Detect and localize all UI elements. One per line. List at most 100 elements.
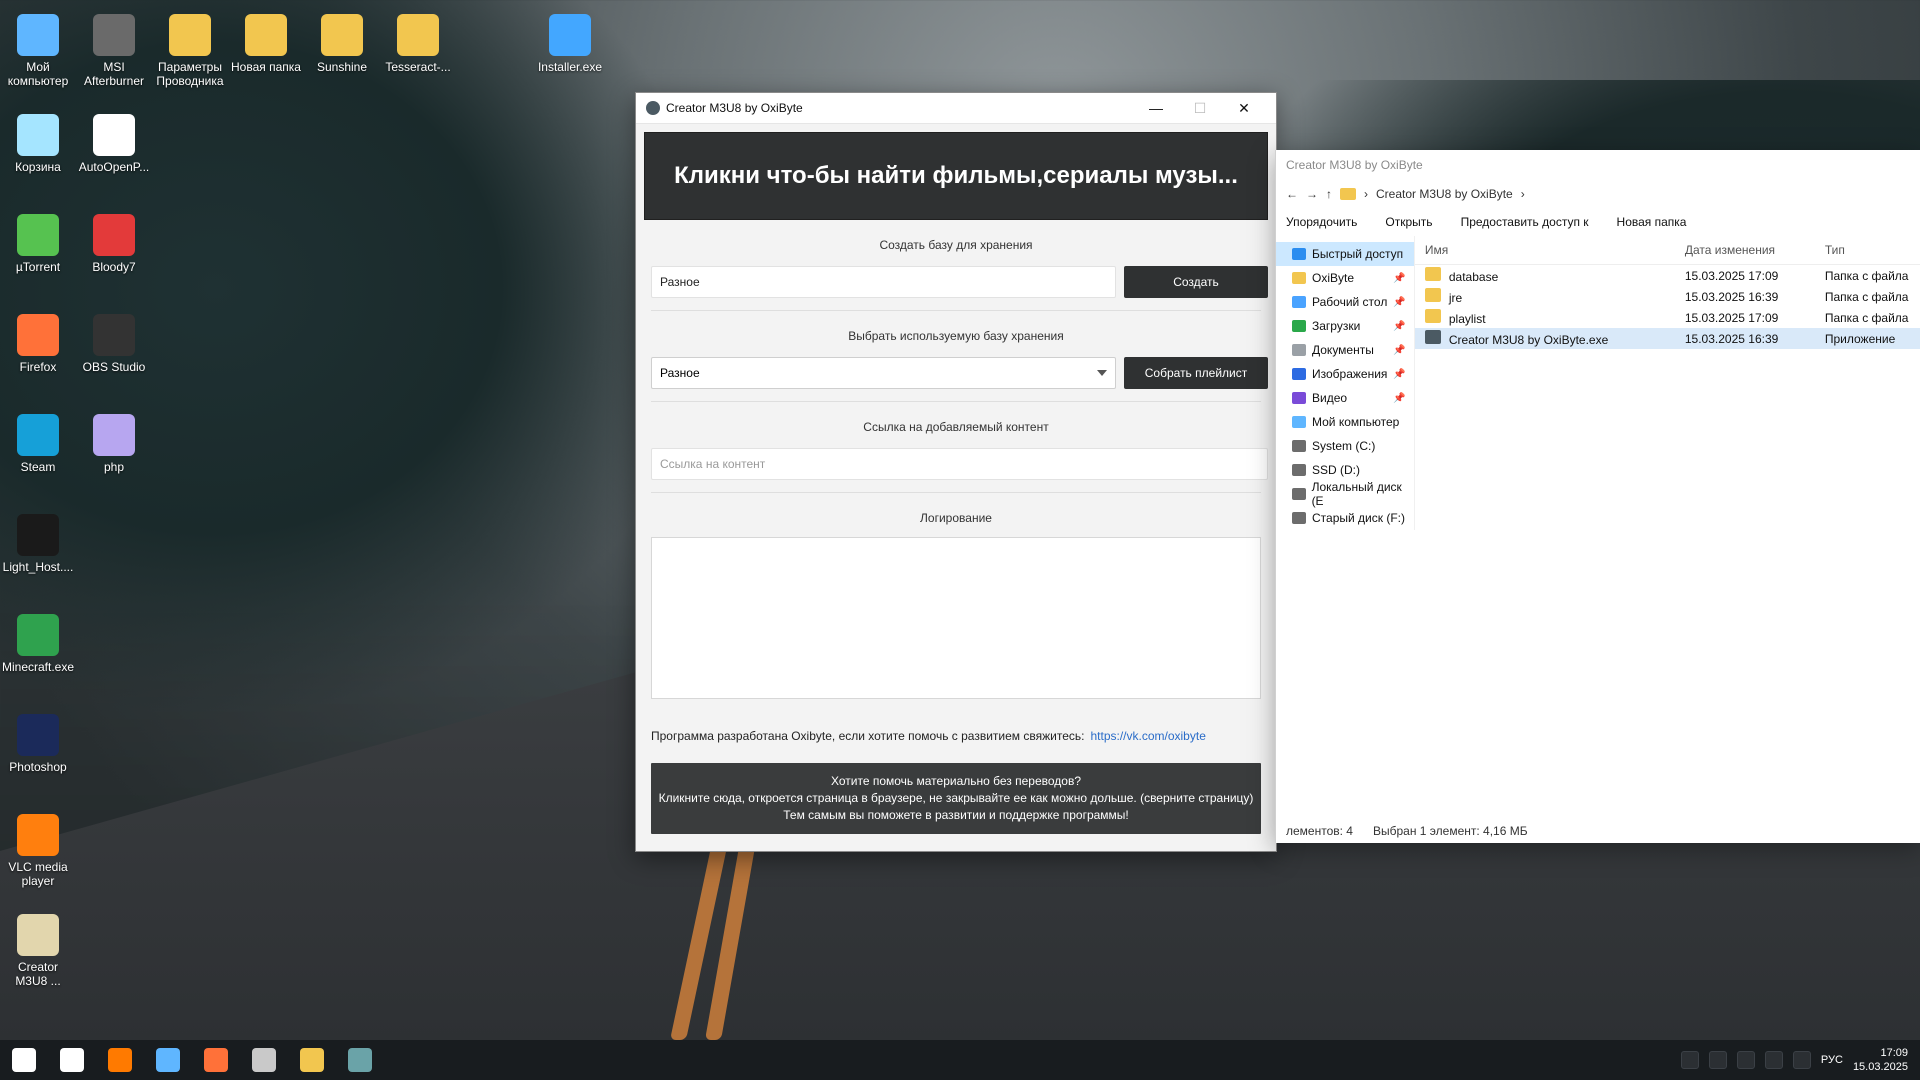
tray-icon[interactable] — [1736, 1051, 1755, 1069]
nav-item[interactable]: Рабочий стол 📌 — [1276, 290, 1414, 314]
log-textarea[interactable] — [651, 537, 1261, 699]
column-name[interactable]: Имя — [1425, 243, 1685, 257]
create-db-button[interactable]: Создать — [1124, 266, 1268, 298]
desktop-icon[interactable]: Steam — [2, 406, 74, 474]
file-row[interactable]: playlist 15.03.2025 17:09 Папка с файла — [1415, 307, 1920, 328]
banner-text: Кликни что-бы найти фильмы,сериалы музы.… — [674, 162, 1238, 189]
archive-icon — [321, 14, 363, 56]
desktop-icon[interactable]: Light_Host.... — [2, 506, 74, 574]
file-row[interactable]: database 15.03.2025 17:09 Папка с файла — [1415, 265, 1920, 286]
forward-icon[interactable]: → — [1306, 187, 1318, 201]
toolbar-item[interactable]: Упорядочить — [1286, 215, 1357, 229]
desktop-icon[interactable]: Installer.exe — [534, 6, 606, 74]
file-type: Папка с файла — [1824, 289, 1909, 304]
file-row[interactable]: Creator M3U8 by OxiByte.exe 15.03.2025 16… — [1414, 328, 1920, 349]
desktop-icon[interactable]: Photoshop — [2, 706, 74, 774]
desktop-icon[interactable]: Мой компьютер — [2, 6, 74, 88]
nav-item[interactable]: SSD (D:) — [1276, 458, 1414, 482]
nav-item[interactable]: Документы 📌 — [1276, 338, 1414, 362]
up-icon[interactable]: ↑ — [1326, 187, 1332, 201]
file-row[interactable]: jre 15.03.2025 16:39 Папка с файла — [1415, 286, 1920, 307]
create-db-button-label: Создать — [1173, 275, 1219, 289]
divider — [651, 401, 1261, 402]
tray-icon[interactable] — [1708, 1051, 1727, 1069]
close-button[interactable]: ✕ — [1222, 93, 1266, 123]
search-icon — [60, 1048, 84, 1072]
desktop-icon[interactable]: MSI Afterburner — [78, 6, 150, 88]
nav-item-label: Мой компьютер — [1312, 415, 1400, 429]
taskbar-button[interactable] — [288, 1040, 336, 1080]
language-indicator[interactable]: РУС — [1821, 1054, 1843, 1066]
desktop-icon[interactable]: Creator M3U8 ... — [2, 906, 74, 988]
taskbar-button[interactable] — [0, 1040, 48, 1080]
desktop-icon[interactable]: OBS Studio — [78, 306, 150, 374]
status-bar: лементов: 4 Выбран 1 элемент: 4,16 МБ — [1276, 819, 1528, 843]
toolbar-item[interactable]: Предоставить доступ к — [1461, 215, 1589, 229]
desktop-icon[interactable]: Firefox — [2, 306, 74, 374]
file-type: Папка с файла — [1824, 268, 1909, 283]
desktop-icon[interactable]: µTorrent — [2, 206, 74, 274]
clock[interactable]: 17:09 15.03.2025 — [1853, 1046, 1908, 1074]
taskbar-button[interactable] — [240, 1040, 288, 1080]
vk-link[interactable]: https://vk.com/oxibyte — [1090, 729, 1205, 743]
create-db-input[interactable]: Разное — [651, 266, 1116, 298]
nav-item[interactable]: Загрузки 📌 — [1276, 314, 1414, 338]
column-date[interactable]: Дата изменения — [1685, 243, 1825, 257]
donate-line-2: Кликните сюда, откроется страница в брау… — [658, 791, 1254, 805]
search-content-banner[interactable]: Кликни что-бы найти фильмы,сериалы музы.… — [644, 132, 1268, 220]
path-current[interactable]: Creator M3U8 by OxiByte — [1376, 187, 1513, 201]
toolbar-item[interactable]: Открыть — [1385, 215, 1432, 229]
status-selected: Выбран 1 элемент: 4,16 МБ — [1372, 824, 1528, 838]
select-db-dropdown[interactable]: Разное — [651, 357, 1116, 389]
desktop-icon[interactable]: Параметры Проводника — [154, 6, 226, 88]
photoshop-icon — [17, 714, 59, 756]
nav-item[interactable]: OxiByte 📌 — [1276, 266, 1414, 290]
java-icon — [93, 114, 135, 156]
taskbar-button[interactable] — [144, 1040, 192, 1080]
back-icon[interactable]: ← — [1286, 187, 1298, 201]
desktop-icon[interactable]: Новая папка — [230, 6, 302, 74]
taskbar-button[interactable] — [192, 1040, 240, 1080]
tray-icon[interactable] — [1792, 1051, 1811, 1069]
desktop-icon[interactable]: Minecraft.exe — [2, 606, 74, 674]
credits: Программа разработана Oxibyte, если хоти… — [651, 729, 1261, 743]
tray-icon[interactable] — [1680, 1051, 1699, 1069]
toolbar-item[interactable]: Новая папка — [1617, 215, 1687, 229]
file-explorer-window[interactable]: Creator M3U8 by OxiByte ← → ↑ › Creator … — [1275, 150, 1920, 843]
nav-item[interactable]: Локальный диск (E — [1276, 480, 1414, 508]
pin-icon: 📌 — [1393, 272, 1406, 284]
desktop-icon[interactable]: Tesseract-... — [382, 6, 454, 74]
file-list: Имя Дата изменения Тип database 15.03.202… — [1414, 236, 1920, 530]
donate-panel[interactable]: Хотите помочь материально без переводов?… — [651, 763, 1261, 834]
taskbar-button[interactable] — [96, 1040, 144, 1080]
desktop-icon[interactable]: AutoOpenP... — [78, 106, 150, 174]
nav-item[interactable]: Изображения 📌 — [1276, 362, 1414, 386]
content-link-input[interactable]: Ссылка на контент — [651, 448, 1268, 480]
column-type[interactable]: Тип — [1825, 243, 1920, 257]
taskbar-button[interactable] — [336, 1040, 384, 1080]
desktop-icon[interactable]: Корзина — [2, 106, 74, 174]
desktop-icon[interactable]: Bloody7 — [78, 206, 150, 274]
nav-item[interactable]: System (C:) — [1276, 434, 1414, 458]
tray-icon[interactable] — [1764, 1051, 1783, 1069]
window-titlebar[interactable]: Creator M3U8 by OxiByte — ☐ ✕ — [636, 93, 1276, 124]
minimize-button[interactable]: — — [1134, 93, 1178, 123]
nav-item-label: Старый диск (F:) — [1312, 511, 1405, 525]
create-db-input-value: Разное — [660, 275, 700, 289]
nav-item[interactable]: Мой компьютер — [1276, 410, 1414, 434]
desktop-icon[interactable]: php — [78, 406, 150, 474]
desktop-icon-label: Minecraft.exe — [2, 660, 75, 674]
address-bar[interactable]: ← → ↑ › Creator M3U8 by OxiByte › — [1276, 180, 1920, 208]
nav-item[interactable]: Видео 📌 — [1276, 386, 1414, 410]
creator-m3u8-window[interactable]: Creator M3U8 by OxiByte — ☐ ✕ Кликни что… — [635, 92, 1277, 852]
system-tray: РУС 17:09 15.03.2025 — [1680, 1046, 1920, 1074]
nav-item[interactable]: Быстрый доступ — [1276, 242, 1414, 266]
maximize-button: ☐ — [1193, 99, 1207, 116]
desktop-icon[interactable]: Sunshine — [306, 6, 378, 74]
desktop-icon-label: Tesseract-... — [385, 60, 451, 74]
build-playlist-button[interactable]: Собрать плейлист — [1124, 357, 1268, 389]
desktop-icon[interactable]: VLC media player — [2, 806, 74, 888]
desktop-icon-label: Корзина — [15, 160, 61, 174]
nav-item[interactable]: Старый диск (F:) — [1276, 506, 1414, 530]
taskbar-button[interactable] — [48, 1040, 96, 1080]
